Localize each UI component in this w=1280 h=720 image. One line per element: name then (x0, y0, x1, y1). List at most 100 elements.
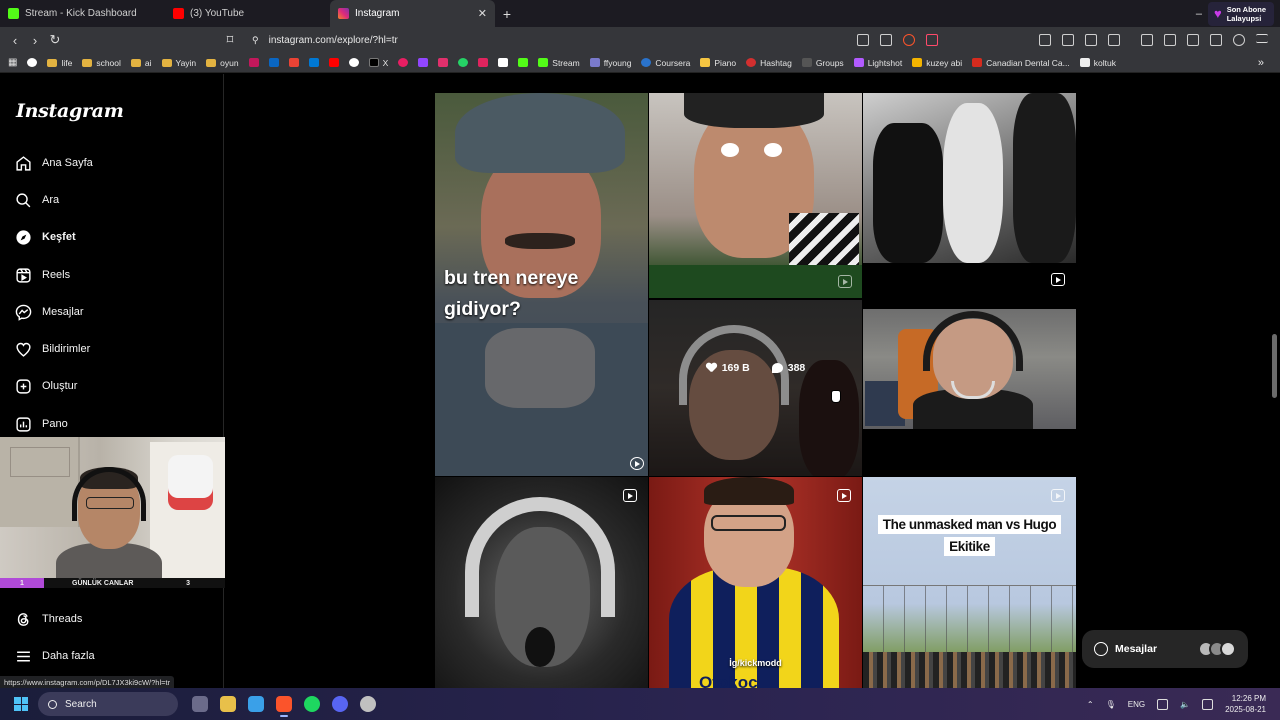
bookmark-x[interactable]: X (368, 58, 388, 68)
explore-post-scream[interactable] (435, 477, 648, 688)
bookmark-site[interactable] (248, 58, 259, 67)
reload-icon[interactable]: ↻ (45, 32, 65, 48)
close-icon[interactable]: ✕ (478, 7, 487, 20)
bookmark-whatsapp[interactable] (458, 58, 469, 67)
ai-icon[interactable] (1210, 34, 1222, 46)
nav-search[interactable]: Ara (14, 188, 59, 212)
bookmark-kuzey[interactable]: kuzey abi (912, 58, 962, 68)
wallet2-icon[interactable] (1187, 34, 1199, 46)
explore-post-tren[interactable]: bu tren nereye gidiyor? (435, 93, 648, 476)
cast-icon[interactable] (857, 34, 869, 46)
network-icon[interactable] (1157, 698, 1169, 710)
folder-icon (206, 58, 217, 67)
nav-notifications[interactable]: Bildirimler (14, 337, 90, 361)
explore-post-hovered[interactable]: 169 B 388 (649, 300, 862, 476)
bookmark-tumblr[interactable] (478, 58, 489, 67)
tab-kick[interactable]: Stream - Kick Dashboard (0, 0, 165, 27)
bookmark-amazon[interactable] (498, 58, 509, 67)
page-scrollbar[interactable] (1272, 334, 1277, 398)
bookmark-site[interactable] (398, 58, 409, 67)
bookmark-ffyoung[interactable]: ffyoung (589, 58, 631, 68)
screenshot-icon[interactable] (1108, 34, 1120, 46)
explore-post-stadium[interactable] (649, 93, 862, 298)
nav-messages[interactable]: Mesajlar (14, 300, 84, 324)
photos-icon[interactable] (248, 696, 264, 712)
explore-post-wedding[interactable] (863, 93, 1076, 263)
bookmark-folder-yayin[interactable]: Yayin (161, 58, 196, 68)
file-explorer-icon[interactable] (220, 696, 236, 712)
nav-threads[interactable]: Threads (14, 607, 82, 631)
share-icon[interactable] (880, 34, 892, 46)
bookmark-outlook[interactable] (308, 58, 319, 67)
bookmark-youtube[interactable] (328, 58, 339, 67)
bookmark-groups[interactable]: Groups (801, 58, 844, 68)
nav-explore[interactable]: Keşfet (14, 225, 76, 249)
url-field[interactable]: ⚲ instagram.com/explore/?hl=tr (252, 35, 398, 46)
discord-icon[interactable] (332, 696, 348, 712)
bookmark-stream[interactable]: Stream (538, 58, 580, 68)
battery-icon[interactable] (1202, 698, 1214, 710)
bookmark-dental[interactable]: Canadian Dental Ca... (972, 58, 1070, 68)
bookmark-instagram[interactable] (438, 58, 449, 67)
bookmark-folder-ai[interactable]: ai (130, 58, 152, 68)
bookmark-hashtag[interactable]: Hashtag (746, 58, 792, 68)
bookmark-linkedin[interactable] (268, 58, 279, 67)
nav-reels[interactable]: Reels (14, 263, 70, 287)
menu-icon[interactable] (1256, 34, 1268, 43)
bookmarks-overflow-icon[interactable]: » (1258, 57, 1264, 69)
nav-more[interactable]: Daha fazla (14, 644, 95, 668)
folder-icon (47, 58, 58, 67)
explore-post-streamer[interactable] (863, 309, 1076, 429)
volume-icon[interactable]: 🔈 (1180, 700, 1190, 709)
explore-post-kickmodd[interactable]: İg/kickmodd Otokoc (649, 477, 862, 688)
bookmark-coursera[interactable]: Coursera (641, 58, 690, 68)
recorder-icon[interactable] (360, 696, 376, 712)
task-view-icon[interactable] (192, 696, 208, 712)
instagram-logo[interactable]: Instagram (16, 100, 124, 122)
bookmark-koltuk[interactable]: koltuk (1079, 58, 1116, 68)
bookmark-folder-life[interactable]: life (47, 58, 72, 68)
bookmark-folder-oyun[interactable]: oyun (206, 58, 239, 68)
windows-start-icon[interactable] (14, 697, 28, 711)
site-info-icon[interactable]: ⚲ (252, 35, 259, 46)
clock[interactable]: 12:26 PM 2025-08-21 (1225, 693, 1266, 715)
bookmark-chrome[interactable] (348, 58, 359, 67)
url-text[interactable]: instagram.com/explore/?hl=tr (269, 35, 398, 46)
nav-create[interactable]: Oluştur (14, 374, 77, 398)
bookmark-twitch[interactable] (418, 58, 429, 67)
brave-shield-icon[interactable] (903, 34, 915, 46)
tab-youtube[interactable]: (3) YouTube (165, 0, 330, 27)
forward-icon[interactable]: › (25, 33, 45, 48)
microphone-icon[interactable]: 🎙 (1106, 700, 1116, 709)
messages-button[interactable]: Mesajlar (1082, 630, 1248, 668)
vpn-icon[interactable] (1233, 34, 1245, 46)
chevron-up-icon[interactable]: ⌃ (1087, 700, 1094, 709)
bookmark-kick[interactable] (518, 58, 529, 67)
tab-instagram[interactable]: Instagram ✕ (330, 0, 495, 27)
explore-post-hugo[interactable]: The unmasked man vs Hugo Ekitike (863, 477, 1076, 688)
bookmark-lightshot[interactable]: Lightshot (853, 58, 902, 68)
spotify-icon[interactable] (304, 696, 320, 712)
bookmark-folder-school[interactable]: school (82, 58, 121, 68)
download-icon[interactable] (1141, 34, 1153, 46)
new-tab-button[interactable]: + (495, 6, 519, 22)
bookmark-piano[interactable]: Piano (700, 58, 736, 68)
brave-icon[interactable] (276, 696, 292, 717)
bookmark-google[interactable] (27, 58, 38, 67)
extension-icon[interactable] (1039, 34, 1051, 46)
amazon-icon (498, 58, 509, 67)
gmail-icon (288, 58, 299, 67)
language-indicator[interactable]: ENG (1128, 700, 1145, 709)
wallet-icon[interactable] (1062, 34, 1074, 46)
bookmark-icon[interactable]: ⌑ (220, 32, 240, 48)
nav-home[interactable]: Ana Sayfa (14, 151, 93, 175)
nav-dashboard[interactable]: Pano (14, 412, 68, 436)
taskbar-search[interactable]: Search (38, 692, 178, 716)
apps-icon[interactable]: ▦ (8, 57, 17, 68)
bookmark-gmail[interactable] (288, 58, 299, 67)
rewards-icon[interactable] (926, 34, 938, 46)
sidebar-icon[interactable] (1164, 34, 1176, 46)
leo-icon[interactable] (1085, 34, 1097, 46)
back-icon[interactable]: ‹ (5, 33, 25, 48)
minimize-icon[interactable]: – (1196, 8, 1202, 20)
